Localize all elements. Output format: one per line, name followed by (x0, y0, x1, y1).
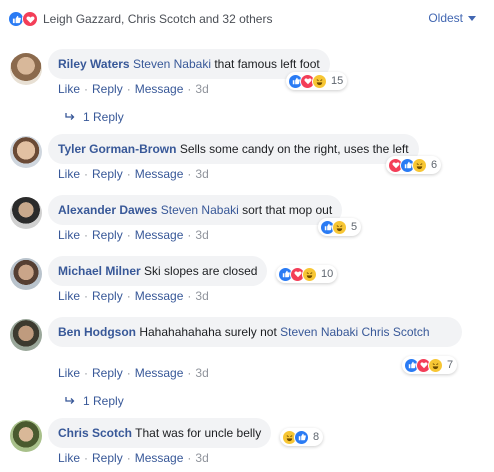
like-icon (294, 429, 309, 445)
avatar[interactable] (10, 319, 42, 351)
haha-icon (428, 357, 443, 373)
mention-link[interactable]: Steven Nabaki (133, 57, 211, 71)
haha-icon (302, 266, 317, 282)
avatar[interactable] (10, 136, 42, 168)
timestamp[interactable]: 3d (195, 451, 208, 465)
message-button[interactable]: Message (135, 366, 184, 380)
sort-dropdown[interactable]: Oldest (428, 11, 476, 25)
commenter-name[interactable]: Tyler Gorman-Brown (58, 142, 176, 156)
comment-text: that famous left foot (214, 57, 320, 71)
timestamp[interactable]: 3d (195, 167, 208, 181)
reaction-count: 7 (447, 359, 454, 371)
timestamp[interactable]: 3d (195, 366, 208, 380)
comment-actions: Like · Reply · Message · 3d (58, 289, 209, 303)
reply-button[interactable]: Reply (92, 366, 123, 380)
reaction-count: 15 (331, 75, 344, 87)
mention-link[interactable]: Steven Nabaki (161, 203, 239, 217)
comment-actions: Like · Reply · Message · 3d (58, 167, 209, 181)
reaction-count-pill[interactable]: 5 (318, 218, 362, 236)
like-button[interactable]: Like (58, 289, 80, 303)
comment-text: sort that mop out (242, 203, 333, 217)
reply-count: 1 Reply (83, 394, 124, 408)
message-button[interactable]: Message (135, 228, 184, 242)
view-replies-link[interactable]: 1 Reply (65, 110, 124, 124)
commenter-name[interactable]: Michael Milner (58, 264, 141, 278)
sort-label: Oldest (428, 11, 463, 25)
avatar[interactable] (10, 420, 42, 452)
comment-actions: Like · Reply · Message · 3d (58, 366, 209, 380)
reactions-summary[interactable]: Leigh Gazzard, Chris Scotch and 32 other… (0, 0, 494, 38)
timestamp[interactable]: 3d (195, 82, 208, 96)
reaction-count-pill[interactable]: 10 (276, 265, 338, 283)
comment-text: Ski slopes are closed (144, 264, 258, 278)
comment-bubble: Ben Hodgson Hahahahahaha surely not Stev… (48, 317, 462, 347)
reactors-text[interactable]: Leigh Gazzard, Chris Scotch and 32 other… (43, 12, 272, 26)
reply-button[interactable]: Reply (92, 451, 123, 465)
like-button[interactable]: Like (58, 451, 80, 465)
reaction-count-pill[interactable]: 6 (386, 156, 442, 174)
reaction-icons (8, 11, 38, 27)
comment-text: That was for uncle belly (135, 426, 262, 440)
message-button[interactable]: Message (135, 82, 184, 96)
message-button[interactable]: Message (135, 289, 184, 303)
commenter-name[interactable]: Chris Scotch (58, 426, 132, 440)
comment-text: Hahahahahaha surely not (139, 325, 277, 339)
haha-icon (332, 219, 347, 235)
reaction-count-pill[interactable]: 7 (402, 356, 458, 374)
avatar[interactable] (10, 53, 42, 85)
reaction-count-pill[interactable]: 8 (280, 428, 324, 446)
timestamp[interactable]: 3d (195, 228, 208, 242)
comment-bubble: Tyler Gorman-Brown Sells some candy on t… (48, 134, 419, 164)
reaction-count: 5 (351, 221, 358, 233)
commenter-name[interactable]: Ben Hodgson (58, 325, 136, 339)
haha-icon (312, 73, 327, 89)
reply-arrow-icon (65, 113, 75, 120)
comment-bubble: Alexander Dawes Steven Nabaki sort that … (48, 195, 343, 225)
commenter-name[interactable]: Alexander Dawes (58, 203, 157, 217)
reaction-count: 10 (321, 268, 334, 280)
reaction-count: 8 (313, 431, 320, 443)
avatar[interactable] (10, 197, 42, 229)
comment-actions: Like · Reply · Message · 3d (58, 228, 209, 242)
message-button[interactable]: Message (135, 167, 184, 181)
reaction-count: 6 (431, 159, 438, 171)
like-button[interactable]: Like (58, 82, 80, 96)
reply-button[interactable]: Reply (92, 167, 123, 181)
reply-button[interactable]: Reply (92, 82, 123, 96)
view-replies-link[interactable]: 1 Reply (65, 394, 124, 408)
haha-icon (412, 157, 427, 173)
comment-actions: Like · Reply · Message · 3d (58, 451, 209, 465)
like-button[interactable]: Like (58, 167, 80, 181)
comment-actions: Like · Reply · Message · 3d (58, 82, 209, 96)
like-button[interactable]: Like (58, 228, 80, 242)
commenter-name[interactable]: Riley Waters (58, 57, 130, 71)
comment-bubble: Michael Milner Ski slopes are closed (48, 256, 268, 286)
love-icon (22, 11, 38, 27)
reaction-count-pill[interactable]: 15 (286, 72, 348, 90)
timestamp[interactable]: 3d (195, 289, 208, 303)
reply-arrow-icon (65, 397, 75, 404)
reply-button[interactable]: Reply (92, 289, 123, 303)
avatar[interactable] (10, 258, 42, 290)
reply-button[interactable]: Reply (92, 228, 123, 242)
chevron-down-icon (468, 15, 476, 21)
like-button[interactable]: Like (58, 366, 80, 380)
mention-link[interactable]: Steven Nabaki Chris Scotch (280, 325, 429, 339)
message-button[interactable]: Message (135, 451, 184, 465)
reply-count: 1 Reply (83, 110, 124, 124)
comment-bubble: Chris Scotch That was for uncle belly (48, 418, 272, 448)
comment-text: Sells some candy on the right, uses the … (179, 142, 409, 156)
